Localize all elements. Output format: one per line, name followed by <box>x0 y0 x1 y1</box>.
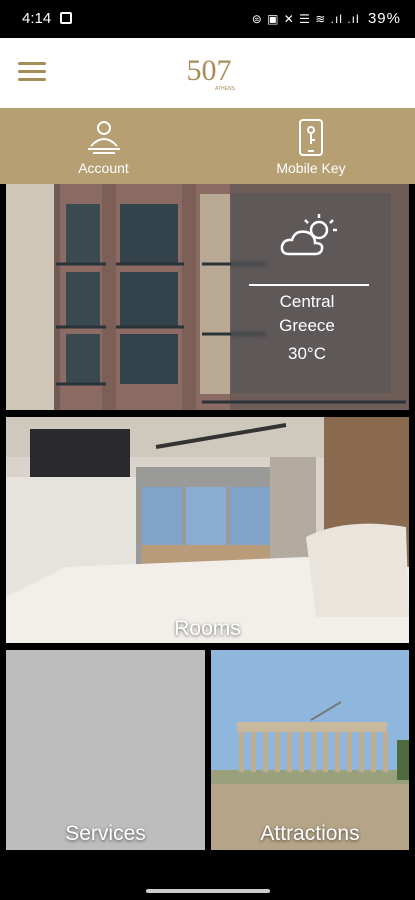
home-gesture-handle[interactable] <box>146 889 270 893</box>
mobile-key-label: Mobile Key <box>276 160 346 176</box>
hamburger-icon[interactable] <box>18 62 46 82</box>
rooms-tile[interactable]: Rooms <box>6 417 409 643</box>
services-label: Services <box>65 822 146 845</box>
weather-location-line2: Greece <box>279 316 335 335</box>
app-header: 507 ATHENS <box>0 38 415 108</box>
svg-text:ATHENS: ATHENS <box>215 86 236 92</box>
weather-divider <box>249 284 369 286</box>
status-time: 4:14 <box>22 10 52 27</box>
hotel-logo-icon: 507 ATHENS <box>187 54 236 92</box>
status-bar: 4:14 ⊜ ▣ ✕ ☰ ≋ .ıl .ıl 39% <box>0 0 415 38</box>
nav-account[interactable]: Account <box>0 108 207 184</box>
weather-location-line1: Central <box>279 292 335 311</box>
top-nav: Account Mobile Key <box>0 108 415 184</box>
attractions-label: Attractions <box>260 822 360 845</box>
weather-temperature: 30°C <box>288 344 326 363</box>
mobile-key-icon <box>299 119 323 156</box>
partly-cloudy-icon <box>280 214 337 256</box>
nav-mobile-key[interactable]: Mobile Key <box>207 108 415 184</box>
account-label: Account <box>78 160 129 176</box>
rooms-image <box>6 417 409 643</box>
gallery-icon <box>60 12 72 24</box>
status-glyphs: ⊜ ▣ ✕ ☰ ≋ .ıl .ıl <box>251 12 360 26</box>
rooms-label: Rooms <box>174 617 241 640</box>
acropolis-image <box>211 650 409 850</box>
battery-level: 39% <box>367 10 401 27</box>
logo-text: 507 <box>187 54 232 87</box>
system-nav-bar <box>0 856 415 900</box>
status-icons: ⊜ ▣ ✕ ☰ ≋ .ıl .ıl 39% <box>252 10 401 27</box>
attractions-tile[interactable]: Attractions <box>211 650 409 850</box>
account-icon <box>88 121 120 154</box>
services-tile[interactable]: Services <box>6 650 205 850</box>
